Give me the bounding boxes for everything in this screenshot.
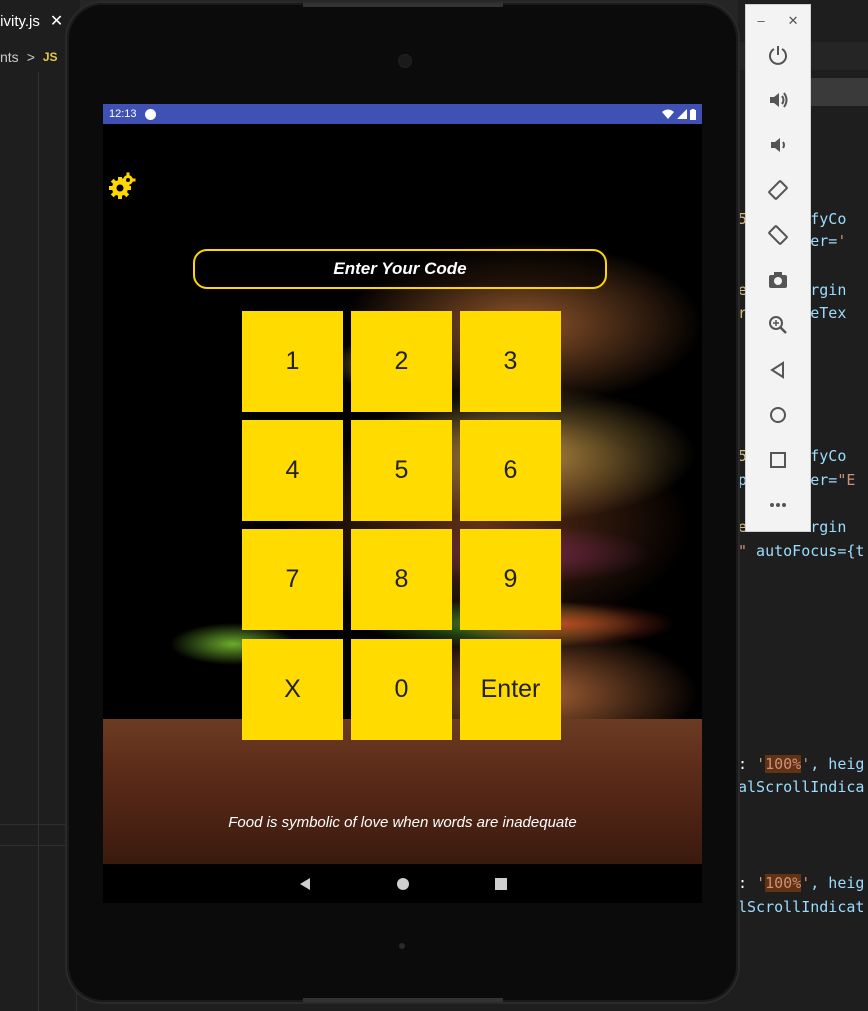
back-icon[interactable] [762,354,794,386]
close-icon[interactable]: ✕ [788,13,799,29]
key-9[interactable]: 9 [460,529,561,630]
volume-up-icon[interactable] [762,84,794,116]
tablet-sensor [399,943,405,949]
editor-tab-name[interactable]: tivity.js [0,13,40,30]
battery-icon [690,108,696,120]
key-clear[interactable]: X [242,639,343,740]
key-5[interactable]: 5 [351,420,452,521]
editor-gutter [0,72,77,1011]
key-3[interactable]: 3 [460,311,561,412]
camera-lens [398,54,412,68]
editor-minimap[interactable] [808,78,868,106]
app-screen: Enter Your Code 1 2 3 4 5 6 7 8 9 X 0 En… [103,124,702,864]
key-2[interactable]: 2 [351,311,452,412]
key-7[interactable]: 7 [242,529,343,630]
indent-guide [38,72,39,1011]
home-icon[interactable] [762,399,794,431]
js-file-icon: JS [42,50,58,64]
overview-icon[interactable] [762,444,794,476]
more-icon[interactable] [762,489,794,521]
code-line: alScrollIndica [738,778,865,796]
code-line: : '100%', heig [738,755,865,773]
breadcrumb: nts > JS [0,44,58,70]
tablet-frame: 12:13 Enter Your Code 1 2 3 4 5 6 7 8 9 … [67,3,738,1002]
device-screen: 12:13 Enter Your Code 1 2 3 4 5 6 7 8 9 … [103,104,702,903]
key-6[interactable]: 6 [460,420,561,521]
status-bar: 12:13 [103,104,702,124]
status-time: 12:13 [109,108,137,120]
notification-icon [144,108,156,120]
chevron-right-icon: > [26,49,35,65]
key-4[interactable]: 4 [242,420,343,521]
nav-back-icon[interactable] [297,876,313,892]
nav-overview-icon[interactable] [493,876,509,892]
tablet-top-edge [303,3,503,7]
rotate-left-icon[interactable] [762,174,794,206]
code-input[interactable]: Enter Your Code [193,249,607,289]
key-1[interactable]: 1 [242,311,343,412]
emulator-toolbar: – ✕ [745,4,811,532]
minimize-icon[interactable]: – [757,13,764,29]
settings-gear-icon[interactable] [109,172,137,200]
code-line: : '100%', heig [738,874,865,892]
close-icon[interactable]: ✕ [50,11,63,31]
power-icon[interactable] [762,39,794,71]
nav-home-icon[interactable] [395,876,411,892]
key-0[interactable]: 0 [351,639,452,740]
code-input-placeholder: Enter Your Code [333,259,467,278]
signal-icon [677,109,687,119]
code-line: lScrollIndicat [738,898,865,916]
keypad: 1 2 3 4 5 6 7 8 9 X 0 Enter [242,311,562,741]
volume-down-icon[interactable] [762,129,794,161]
current-line-highlight [0,824,76,846]
tablet-bottom-edge [303,998,503,1002]
wifi-icon [662,109,674,119]
tagline: Food is symbolic of love when words are … [228,814,577,831]
android-nav-bar [103,864,702,903]
breadcrumb-item[interactable]: nts [0,49,19,65]
key-enter[interactable]: Enter [460,639,561,740]
code-line: " autoFocus={t [738,542,865,560]
camera-icon[interactable] [762,264,794,296]
key-8[interactable]: 8 [351,529,452,630]
rotate-right-icon[interactable] [762,219,794,251]
zoom-icon[interactable] [762,309,794,341]
